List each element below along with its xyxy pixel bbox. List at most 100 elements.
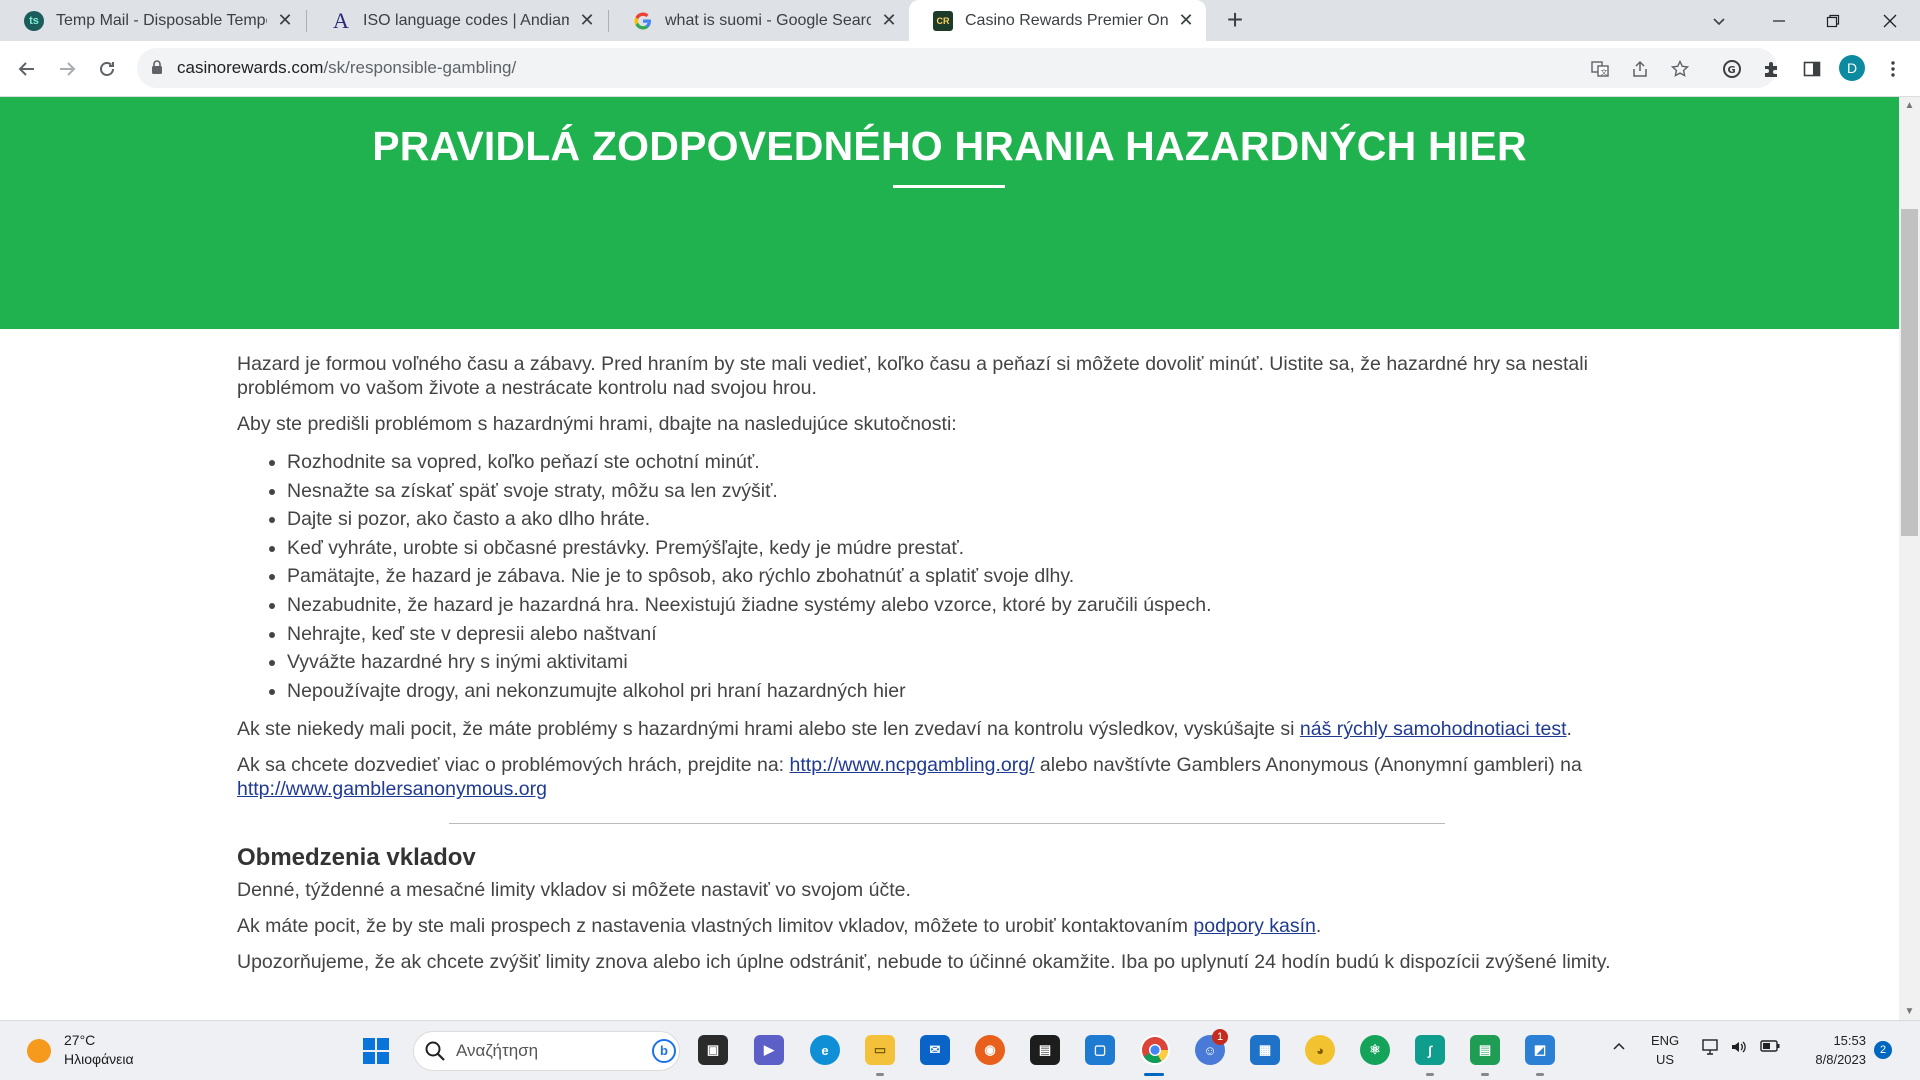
restore-button[interactable] [1805,0,1861,41]
terminal-icon[interactable]: ▤ [1030,1035,1060,1065]
close-icon[interactable]: ✕ [575,10,599,31]
forward-button[interactable] [51,53,83,85]
clock-time: 15:53 [1833,1033,1866,1048]
page-title: PRAVIDLÁ ZODPOVEDNÉHO HRANIA HAZARDNÝCH … [372,123,1527,169]
volume-icon[interactable] [1730,1039,1748,1060]
spreadsheet-icon[interactable]: ▤ [1470,1035,1500,1065]
language-indicator[interactable]: ENG US [1651,1031,1679,1069]
new-tab-button[interactable]: + [1219,5,1251,37]
tab-temp-mail[interactable]: ts Temp Mail - Disposable Temporary Emai… [0,0,305,41]
tempmail-icon: ts [24,10,44,31]
reload-button[interactable] [91,53,123,85]
tab-title: what is suomi - Google Search [665,11,871,29]
task-view-icon[interactable]: ▣ [698,1035,728,1065]
close-icon[interactable]: ✕ [273,10,297,31]
remote-desktop-icon[interactable]: ▢ [1085,1035,1115,1065]
close-icon[interactable]: ✕ [1174,10,1198,31]
calculator-icon[interactable]: ▦ [1250,1035,1280,1065]
url-path: /sk/responsible-gambling/ [323,58,517,77]
teams-chat-icon[interactable]: ▶ [754,1035,784,1065]
article-content: Hazard je formou voľného času a zábavy. … [237,352,1657,986]
more-info-paragraph: Ak sa chcete dozvedieť viac o problémový… [237,753,1657,801]
arrow-left-icon [18,62,34,76]
running-indicator [1481,1073,1489,1076]
firefox-icon[interactable]: ◉ [975,1035,1005,1065]
file-explorer-icon[interactable]: ▭ [865,1035,895,1065]
chevron-up-icon[interactable] [1612,1039,1626,1058]
edge-icon[interactable]: e [810,1035,840,1065]
url-text: casinorewards.com/sk/responsible-gamblin… [177,48,516,88]
back-button[interactable] [11,53,43,85]
intro-paragraph: Hazard je formou voľného času a zábavy. … [237,353,1588,399]
minimize-button[interactable] [1751,0,1807,41]
keyboard-layout: US [1656,1052,1675,1067]
casino-rewards-icon: CR [933,10,953,31]
tab-strip: ts Temp Mail - Disposable Temporary Emai… [0,0,1920,41]
system-clock[interactable]: 15:53 8/8/2023 [1804,1031,1866,1069]
clock-date: 8/8/2023 [1815,1052,1866,1067]
battery-icon[interactable] [1760,1039,1780,1058]
deposit-note-paragraph: Upozorňujeme, že ak chcete zvýšiť limity… [237,951,1611,974]
mail-icon[interactable]: ✉ [920,1035,950,1065]
chrome-icon[interactable] [1140,1035,1170,1065]
weather-widget[interactable]: 27°C Ηλιοφάνεια [64,1031,134,1069]
casino-support-link[interactable]: podpory kasín [1193,915,1316,937]
windows-icon [363,1038,389,1064]
taskbar: 27°C Ηλιοφάνεια Αναζήτηση b ▣ ▶ e ▭ ✉ ◉ … [0,1020,1920,1080]
running-indicator [1536,1073,1544,1076]
ncpg-link[interactable]: http://www.ncpgambling.org/ [790,754,1035,776]
scroll-down-icon[interactable]: ▼ [1899,1003,1920,1020]
start-button[interactable] [363,1038,389,1069]
active-app-indicator [1144,1073,1164,1076]
gamblers-anonymous-link[interactable]: http://www.gamblersanonymous.org [237,778,547,800]
scroll-up-icon[interactable]: ▲ [1899,97,1920,114]
page-viewport: PRAVIDLÁ ZODPOVEDNÉHO HRANIA HAZARDNÝCH … [0,97,1899,1020]
reload-icon [100,62,114,76]
tab-search-button[interactable] [1691,0,1747,41]
bookmark-star-icon[interactable] [1669,58,1691,80]
restore-icon [1826,14,1840,27]
lead-paragraph: Aby ste predišli problémom s hazardnými … [237,413,957,435]
tab-google-search[interactable]: what is suomi - Google Search ✕ [609,0,909,41]
translate-icon[interactable]: 文 [1589,58,1611,80]
tab-casino-rewards[interactable]: CR Casino Rewards Premier Online Casino … [909,0,1206,41]
tab-title: Casino Rewards Premier Online Casino [965,11,1168,29]
tips-list: Rozhodnite sa vopred, koľko peňazí ste o… [237,448,1657,705]
selftest-end: . [1566,718,1572,741]
bing-icon[interactable]: b [652,1039,676,1063]
close-icon [1883,14,1897,27]
photos-icon[interactable]: ◩ [1525,1035,1555,1065]
side-panel-icon[interactable] [1798,55,1826,83]
selftest-paragraph: Ak ste niekedy mali pocit, že máte probl… [237,717,1657,741]
network-icon[interactable] [1702,1039,1720,1060]
notification-badge: 1 [1212,1029,1228,1045]
taskbar-search[interactable]: Αναζήτηση b [413,1031,680,1071]
arrow-right-icon [60,62,76,76]
list-item: Pamätajte, že hazard je zábava. Nie je t… [287,562,1657,591]
title-underline [893,185,1005,188]
google-icon [633,11,653,31]
duck-icon[interactable]: ◕ [1305,1035,1335,1065]
tab-title: ISO language codes | Andiamo! Translatio… [363,11,569,29]
profile-avatar[interactable]: D [1839,55,1865,81]
close-icon[interactable]: ✕ [877,10,901,31]
tab-andiamo[interactable]: A ISO language codes | Andiamo! Translat… [307,0,607,41]
selftest-link[interactable]: náš rýchly samohodnotiaci test [1300,718,1567,740]
list-item: Dajte si pozor, ako často a ako dlho hrá… [287,505,1657,534]
extension-grammar-icon[interactable]: G [1718,55,1746,83]
deposit-paragraph: Denné, týždenné a mesačné limity vkladov… [237,879,911,902]
svg-text:G: G [1728,65,1736,76]
more-info-mid: alebo navštívte Gamblers Anonymous (Anon… [1034,754,1582,777]
atom-icon[interactable]: ⚛ [1360,1035,1390,1065]
share-icon[interactable] [1629,58,1651,80]
kebab-menu-icon[interactable] [1879,55,1907,83]
address-bar[interactable]: casinorewards.com/sk/responsible-gamblin… [137,48,1777,88]
list-item: Nezabudnite, že hazard je hazardná hra. … [287,591,1657,620]
scrollbar-thumb[interactable] [1901,209,1918,536]
page-hero: PRAVIDLÁ ZODPOVEDNÉHO HRANIA HAZARDNÝCH … [0,97,1899,329]
notification-count[interactable]: 2 [1874,1041,1892,1059]
sun-icon[interactable] [27,1039,51,1063]
extensions-puzzle-icon[interactable] [1758,55,1786,83]
script-editor-icon[interactable]: ∫ [1415,1035,1445,1065]
close-window-button[interactable] [1862,0,1918,41]
